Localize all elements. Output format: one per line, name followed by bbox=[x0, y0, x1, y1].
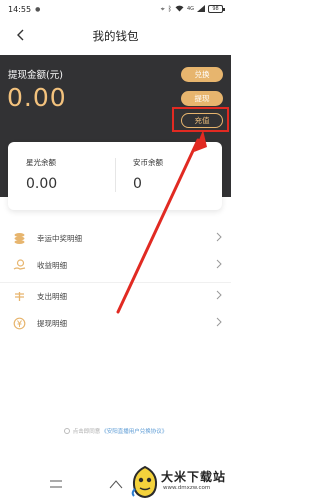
home-icon bbox=[109, 480, 123, 489]
menu-nav-button[interactable] bbox=[46, 476, 66, 492]
menu-item-lucky-prize-detail[interactable]: 幸运中奖明细 bbox=[0, 225, 231, 252]
expense-icon bbox=[13, 290, 26, 303]
agreement-link[interactable]: 《安阳直播用户兑换协议》 bbox=[101, 427, 167, 435]
signal-label: 4G bbox=[186, 6, 194, 12]
menu-group-divider bbox=[0, 282, 231, 283]
recharge-highlight-box bbox=[172, 107, 229, 132]
chevron-left-icon bbox=[17, 29, 24, 41]
starlight-balance: 星光余额 0.00 bbox=[8, 142, 115, 210]
bluetooth-icon: ᛒ bbox=[167, 5, 172, 13]
site-watermark: 大米下载站 www.dmxzw.com bbox=[127, 464, 231, 500]
chevron-right-icon bbox=[216, 259, 222, 272]
menu-item-label: 支出明细 bbox=[37, 292, 67, 301]
status-bar: 14:55 ● ⌖ ᛒ 4G 98 bbox=[0, 0, 231, 18]
yen-coin-icon bbox=[13, 317, 26, 330]
notification-icon: ● bbox=[35, 5, 41, 13]
chevron-right-icon bbox=[216, 317, 222, 330]
nav-bar: 我的钱包 bbox=[0, 18, 231, 54]
withdraw-button[interactable]: 提现 bbox=[181, 91, 223, 106]
anbi-balance: 安币余额 0 bbox=[115, 142, 222, 210]
battery-level: 98 bbox=[212, 6, 219, 12]
agreement-checkbox[interactable] bbox=[63, 428, 70, 434]
watermark-title: 大米下载站 bbox=[161, 470, 227, 484]
page-title: 我的钱包 bbox=[92, 29, 139, 43]
chevron-right-icon bbox=[216, 232, 222, 245]
withdraw-amount-label: 提现金额(元) bbox=[8, 70, 63, 81]
watermark-url: www.dmxzw.com bbox=[163, 485, 211, 491]
anbi-balance-label: 安币余额 bbox=[133, 158, 163, 167]
wallet-menu: 幸运中奖明细 收益明细 支出明细 提现明细 bbox=[0, 225, 231, 337]
agreement-prefix: 点击即同意 bbox=[72, 429, 101, 435]
home-nav-button[interactable] bbox=[106, 476, 126, 492]
menu-item-label: 提现明细 bbox=[37, 319, 67, 328]
signal-icon bbox=[197, 4, 205, 14]
starlight-balance-label: 星光余额 bbox=[26, 158, 56, 167]
coins-icon bbox=[13, 232, 26, 245]
menu-item-label: 幸运中奖明细 bbox=[37, 234, 82, 243]
rice-grain-logo-icon bbox=[131, 465, 158, 499]
balance-card: 星光余额 0.00 安币余额 0 bbox=[8, 142, 222, 210]
menu-lines-icon bbox=[50, 480, 62, 488]
withdraw-amount-value: 0.00 bbox=[7, 83, 67, 112]
menu-item-expense-detail[interactable]: 支出明细 bbox=[0, 283, 231, 310]
battery-icon: 98 bbox=[208, 5, 225, 13]
back-button[interactable] bbox=[10, 24, 30, 46]
menu-item-withdraw-detail[interactable]: 提现明细 bbox=[0, 310, 231, 337]
hand-coin-icon bbox=[13, 259, 26, 272]
exchange-button[interactable]: 兑换 bbox=[181, 67, 223, 82]
menu-item-income-detail[interactable]: 收益明细 bbox=[0, 252, 231, 279]
wifi-icon bbox=[175, 5, 184, 14]
starlight-balance-value: 0.00 bbox=[26, 176, 58, 192]
chevron-right-icon bbox=[216, 290, 222, 303]
agreement-line: 点击即同意 《安阳直播用户兑换协议》 bbox=[0, 425, 231, 437]
location-icon: ⌖ bbox=[160, 4, 165, 13]
status-right: ⌖ ᛒ 4G 98 bbox=[160, 4, 225, 14]
anbi-balance-value: 0 bbox=[133, 176, 142, 192]
status-time: 14:55 bbox=[8, 4, 32, 14]
menu-item-label: 收益明细 bbox=[37, 261, 67, 270]
